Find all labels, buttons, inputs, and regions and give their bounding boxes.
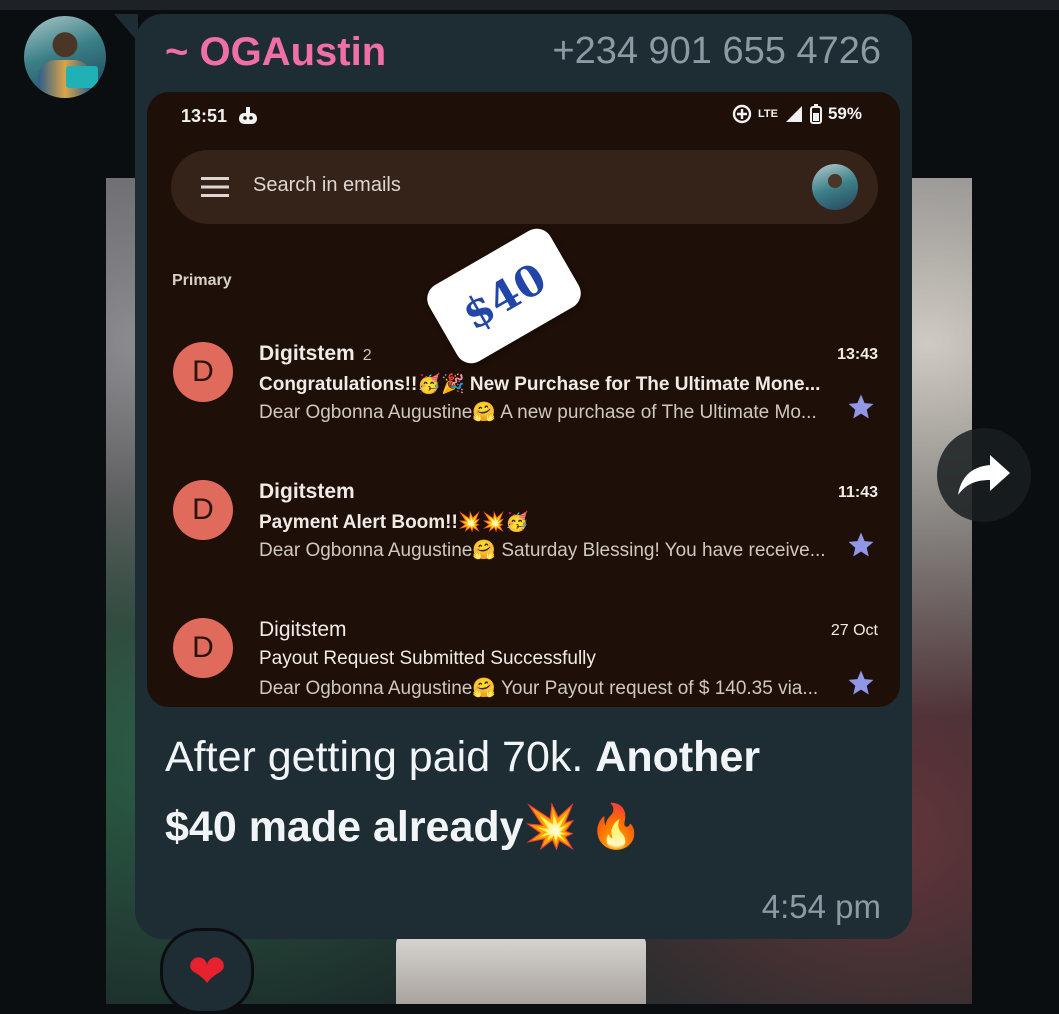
- email-row[interactable]: D Digitstem 11:43 Payment Alert Boom!!💥💥…: [147, 480, 900, 580]
- status-time: 13:51: [181, 106, 228, 126]
- message-timestamp: 4:54 pm: [761, 888, 881, 925]
- email-search-bar[interactable]: Search in emails: [171, 150, 878, 224]
- sender-avatar[interactable]: [24, 16, 106, 98]
- sender-name[interactable]: ~ OGAustin: [165, 30, 386, 75]
- star-icon[interactable]: [846, 392, 876, 422]
- heart-icon: ❤: [187, 945, 227, 997]
- email-preview: Dear Ogbonna Augustine🤗 A new purchase o…: [259, 402, 817, 423]
- email-preview: Dear Ogbonna Augustine🤗 Saturday Blessin…: [259, 540, 826, 561]
- email-row[interactable]: D Digitstem 27 Oct Payout Request Submit…: [147, 618, 900, 707]
- email-subject: Congratulations!!🥳🎉 New Purchase for The…: [259, 374, 821, 395]
- message-bold-1: Another: [595, 733, 761, 781]
- email-sender-text: Digitstem: [259, 618, 347, 641]
- email-avatar: D: [173, 342, 233, 402]
- heart-reaction[interactable]: ❤: [160, 928, 254, 1014]
- message-emoji: 💥 🔥: [523, 803, 643, 851]
- message-bold-2: $40 made already: [165, 803, 524, 851]
- battery-icon: [809, 104, 822, 124]
- search-placeholder[interactable]: Search in emails: [253, 174, 401, 197]
- email-avatar: D: [173, 480, 233, 540]
- network-type: LTE: [758, 108, 778, 120]
- star-icon[interactable]: [846, 530, 876, 560]
- email-subject: Payment Alert Boom!!💥💥🥳: [259, 512, 529, 533]
- message-regular: After getting paid 70k.: [165, 733, 596, 781]
- sticker-text: $40: [453, 252, 555, 340]
- avatar-laptop: [66, 66, 98, 88]
- signal-icon: [785, 106, 802, 122]
- message-text: After getting paid 70k. Another $40 made…: [165, 722, 885, 862]
- primary-section-label: Primary: [172, 272, 232, 289]
- battery-percent: 59%: [827, 104, 862, 123]
- thread-count: 2: [362, 347, 372, 364]
- top-divider: [0, 0, 1059, 10]
- email-sender: Digitstem: [259, 480, 355, 504]
- status-right-icons: LTE 59%: [732, 104, 862, 124]
- email-time: 27 Oct: [830, 622, 878, 639]
- email-row[interactable]: D Digitstem 2 13:43 Congratulations!!🥳🎉 N…: [147, 342, 900, 442]
- email-preview: Dear Ogbonna Augustine🤗 Your Payout requ…: [259, 678, 819, 699]
- account-avatar[interactable]: [812, 164, 858, 210]
- email-time: 11:43: [837, 484, 878, 501]
- robot-icon: [239, 107, 257, 124]
- email-sender-text: Digitstem: [259, 480, 355, 503]
- email-sender-text: Digitstem: [259, 342, 355, 365]
- star-icon[interactable]: [846, 668, 876, 698]
- sender-phone: +234 901 655 4726: [552, 30, 881, 72]
- gmail-screenshot-image[interactable]: 13:51 LTE 59% Search in emails Primary D…: [147, 92, 900, 707]
- hamburger-menu-icon[interactable]: [201, 176, 229, 198]
- forward-button[interactable]: [937, 428, 1031, 522]
- email-sender: Digitstem: [259, 618, 347, 642]
- email-avatar: D: [173, 618, 233, 678]
- email-subject: Payout Request Submitted Successfully: [259, 648, 596, 669]
- email-sender: Digitstem 2: [259, 342, 372, 366]
- forward-arrow-icon: [958, 455, 1010, 495]
- email-time: 13:43: [837, 346, 878, 363]
- data-saver-icon: [732, 104, 752, 124]
